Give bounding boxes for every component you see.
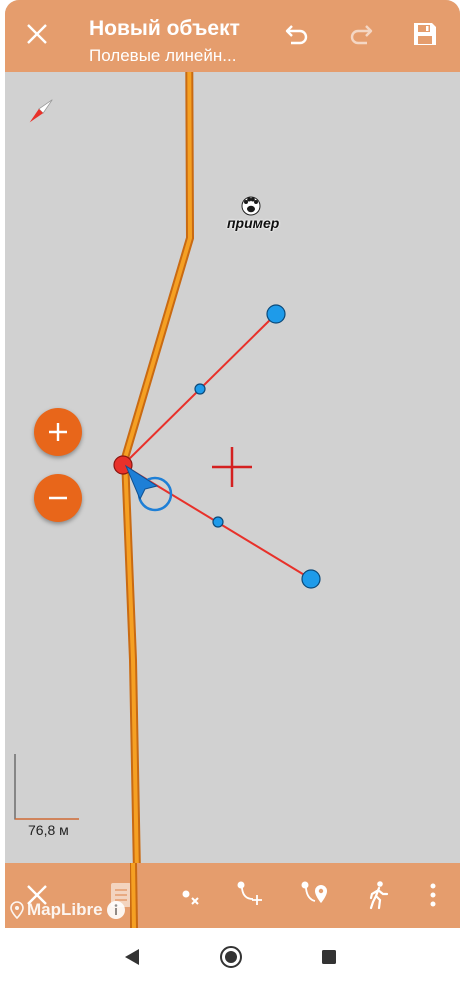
poi-label: пример [227,215,280,231]
poi-paw-icon [241,196,261,216]
top-app-bar: Новый объект Полевые линейн... [5,0,460,72]
save-button[interactable] [407,16,443,52]
walk-mode-icon [369,881,389,910]
system-nav-bar [0,928,465,985]
scale-label: 76,8 м [28,822,69,838]
page-title: Новый объект [89,17,240,40]
undo-button[interactable] [279,16,315,52]
info-icon[interactable] [106,900,126,920]
zoom-out-button[interactable] [34,474,82,522]
save-icon [414,23,436,45]
more-options-button[interactable] [413,875,453,915]
crosshair-icon [212,447,252,487]
close-icon [27,24,47,44]
road-overlay [130,863,138,928]
home-icon [220,946,242,968]
recents-button[interactable] [314,942,344,972]
plus-icon [49,423,67,441]
redo-button[interactable] [343,16,379,52]
vertex-mid-upper [194,383,206,395]
more-icon [430,883,436,907]
vertex-end-upper [266,304,286,324]
back-button[interactable] [117,942,147,972]
minus-icon [49,496,67,500]
screen: пример 76,8 м Новый объект Полевые линей… [0,0,465,985]
vertex-mid-lower [212,516,224,528]
home-button[interactable] [216,942,246,972]
redo-icon [350,25,373,45]
back-icon [125,949,139,965]
page-subtitle: Полевые линейн... [89,46,237,65]
close-button[interactable] [19,16,55,52]
location-arrow-icon [124,464,159,501]
maplibre-label: MapLibre [27,900,103,919]
add-point-icon [301,881,327,903]
undo-icon [285,25,308,45]
scale-bar [14,754,79,820]
delete-vertex-button[interactable] [170,875,210,915]
compass-icon [29,99,53,123]
delete-vertex-icon [182,890,199,905]
add-point-button[interactable] [295,875,335,915]
map-canvas[interactable]: пример 76,8 м [5,0,460,928]
add-vertex-icon [237,881,262,905]
vertex-end-lower [301,569,321,589]
road-line [122,0,193,928]
zoom-in-button[interactable] [34,408,82,456]
map-layer [14,0,321,928]
maplibre-logo-icon [10,901,24,919]
walk-mode-button[interactable] [359,875,399,915]
recents-icon [322,950,336,964]
add-vertex-button[interactable] [229,875,269,915]
maplibre-attribution[interactable]: MapLibre [10,900,126,920]
